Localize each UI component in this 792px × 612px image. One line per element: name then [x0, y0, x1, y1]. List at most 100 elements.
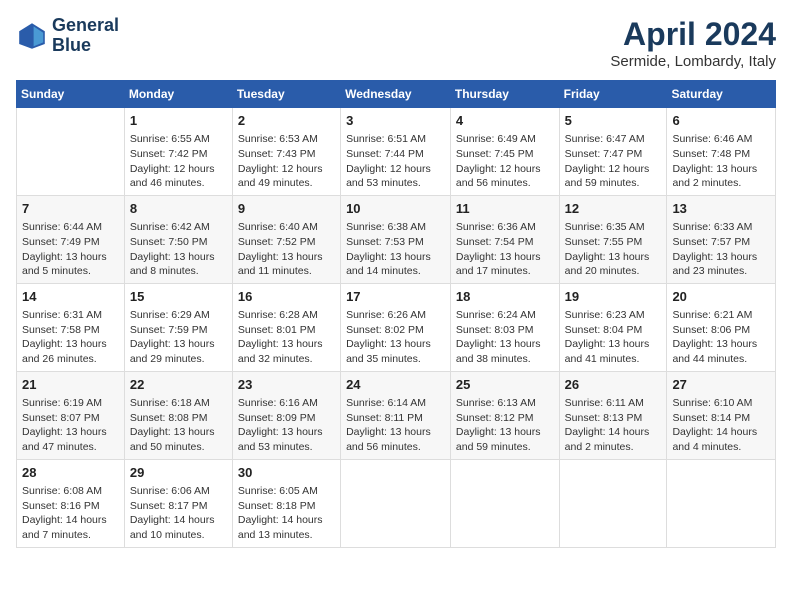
calendar-cell: 5Sunrise: 6:47 AMSunset: 7:47 PMDaylight…	[559, 108, 667, 196]
calendar-week-3: 14Sunrise: 6:31 AMSunset: 7:58 PMDayligh…	[17, 283, 776, 371]
day-info: and 4 minutes.	[672, 440, 770, 455]
calendar-cell: 2Sunrise: 6:53 AMSunset: 7:43 PMDaylight…	[232, 108, 340, 196]
day-number: 24	[346, 376, 445, 394]
day-number: 29	[130, 464, 227, 482]
day-info: and 10 minutes.	[130, 528, 227, 543]
day-info: and 49 minutes.	[238, 176, 335, 191]
calendar-cell: 30Sunrise: 6:05 AMSunset: 8:18 PMDayligh…	[232, 459, 340, 547]
logo-icon	[16, 20, 48, 52]
day-info: and 59 minutes.	[456, 440, 554, 455]
calendar-table: SundayMondayTuesdayWednesdayThursdayFrid…	[16, 80, 776, 548]
day-info: and 7 minutes.	[22, 528, 119, 543]
day-info: Sunset: 7:43 PM	[238, 147, 335, 162]
day-info: Daylight: 12 hours	[130, 162, 227, 177]
day-info: Sunset: 8:16 PM	[22, 499, 119, 514]
calendar-cell: 3Sunrise: 6:51 AMSunset: 7:44 PMDaylight…	[341, 108, 451, 196]
day-info: Daylight: 13 hours	[238, 250, 335, 265]
day-number: 30	[238, 464, 335, 482]
day-number: 25	[456, 376, 554, 394]
day-info: and 14 minutes.	[346, 264, 445, 279]
calendar-cell: 25Sunrise: 6:13 AMSunset: 8:12 PMDayligh…	[450, 371, 559, 459]
day-info: Sunset: 8:18 PM	[238, 499, 335, 514]
calendar-cell: 29Sunrise: 6:06 AMSunset: 8:17 PMDayligh…	[124, 459, 232, 547]
calendar-cell	[559, 459, 667, 547]
calendar-week-5: 28Sunrise: 6:08 AMSunset: 8:16 PMDayligh…	[17, 459, 776, 547]
day-info: Sunrise: 6:24 AM	[456, 308, 554, 323]
day-number: 14	[22, 288, 119, 306]
day-number: 4	[456, 112, 554, 130]
day-info: Sunrise: 6:44 AM	[22, 220, 119, 235]
day-number: 8	[130, 200, 227, 218]
calendar-cell: 16Sunrise: 6:28 AMSunset: 8:01 PMDayligh…	[232, 283, 340, 371]
header-day-friday: Friday	[559, 81, 667, 108]
day-info: Sunset: 8:01 PM	[238, 323, 335, 338]
day-number: 1	[130, 112, 227, 130]
day-info: Sunset: 8:02 PM	[346, 323, 445, 338]
day-info: Sunrise: 6:18 AM	[130, 396, 227, 411]
calendar-cell	[667, 459, 776, 547]
day-info: Daylight: 13 hours	[22, 250, 119, 265]
day-info: Sunrise: 6:42 AM	[130, 220, 227, 235]
day-info: and 2 minutes.	[565, 440, 662, 455]
day-info: and 38 minutes.	[456, 352, 554, 367]
calendar-cell: 11Sunrise: 6:36 AMSunset: 7:54 PMDayligh…	[450, 195, 559, 283]
day-info: Sunset: 7:42 PM	[130, 147, 227, 162]
day-number: 5	[565, 112, 662, 130]
day-info: and 50 minutes.	[130, 440, 227, 455]
day-info: Daylight: 13 hours	[672, 162, 770, 177]
day-info: Sunrise: 6:13 AM	[456, 396, 554, 411]
day-number: 6	[672, 112, 770, 130]
day-info: Sunset: 8:14 PM	[672, 411, 770, 426]
calendar-cell	[341, 459, 451, 547]
day-info: Sunrise: 6:14 AM	[346, 396, 445, 411]
day-info: Daylight: 14 hours	[22, 513, 119, 528]
calendar-cell: 22Sunrise: 6:18 AMSunset: 8:08 PMDayligh…	[124, 371, 232, 459]
day-info: and 11 minutes.	[238, 264, 335, 279]
day-number: 20	[672, 288, 770, 306]
logo: General Blue	[16, 16, 119, 56]
day-info: and 44 minutes.	[672, 352, 770, 367]
day-info: Sunrise: 6:16 AM	[238, 396, 335, 411]
day-info: Daylight: 13 hours	[456, 337, 554, 352]
header-day-sunday: Sunday	[17, 81, 125, 108]
day-info: Daylight: 13 hours	[22, 337, 119, 352]
day-info: Daylight: 13 hours	[22, 425, 119, 440]
day-number: 13	[672, 200, 770, 218]
calendar-cell: 4Sunrise: 6:49 AMSunset: 7:45 PMDaylight…	[450, 108, 559, 196]
day-info: Sunrise: 6:46 AM	[672, 132, 770, 147]
day-info: Sunrise: 6:31 AM	[22, 308, 119, 323]
calendar-cell: 12Sunrise: 6:35 AMSunset: 7:55 PMDayligh…	[559, 195, 667, 283]
day-info: Sunset: 7:53 PM	[346, 235, 445, 250]
header-row: SundayMondayTuesdayWednesdayThursdayFrid…	[17, 81, 776, 108]
day-info: Sunset: 8:03 PM	[456, 323, 554, 338]
day-info: Sunrise: 6:51 AM	[346, 132, 445, 147]
day-info: Sunrise: 6:33 AM	[672, 220, 770, 235]
day-number: 21	[22, 376, 119, 394]
calendar-cell: 28Sunrise: 6:08 AMSunset: 8:16 PMDayligh…	[17, 459, 125, 547]
day-number: 3	[346, 112, 445, 130]
day-info: Daylight: 13 hours	[130, 425, 227, 440]
day-info: Daylight: 13 hours	[346, 425, 445, 440]
day-info: Sunrise: 6:06 AM	[130, 484, 227, 499]
day-info: Sunrise: 6:55 AM	[130, 132, 227, 147]
header: General Blue April 2024 Sermide, Lombard…	[16, 16, 776, 70]
header-day-saturday: Saturday	[667, 81, 776, 108]
day-info: Sunset: 8:12 PM	[456, 411, 554, 426]
day-info: and 29 minutes.	[130, 352, 227, 367]
day-info: and 56 minutes.	[346, 440, 445, 455]
calendar-cell	[450, 459, 559, 547]
day-number: 15	[130, 288, 227, 306]
day-info: Daylight: 13 hours	[130, 250, 227, 265]
calendar-cell: 1 Sunrise: 6:55 AMSunset: 7:42 PMDaylight…	[124, 108, 232, 196]
day-number: 26	[565, 376, 662, 394]
day-info: and 56 minutes.	[456, 176, 554, 191]
day-info: and 41 minutes.	[565, 352, 662, 367]
day-info: Sunrise: 6:40 AM	[238, 220, 335, 235]
calendar-week-1: 1Sunrise: 6:55 AMSunset: 7:42 PMDaylight…	[17, 108, 776, 196]
calendar-cell: 19Sunrise: 6:23 AMSunset: 8:04 PMDayligh…	[559, 283, 667, 371]
day-info: Sunrise: 6:36 AM	[456, 220, 554, 235]
calendar-cell: 7Sunrise: 6:44 AMSunset: 7:49 PMDaylight…	[17, 195, 125, 283]
day-info: Sunset: 7:55 PM	[565, 235, 662, 250]
day-info: Daylight: 13 hours	[672, 250, 770, 265]
day-number: 19	[565, 288, 662, 306]
